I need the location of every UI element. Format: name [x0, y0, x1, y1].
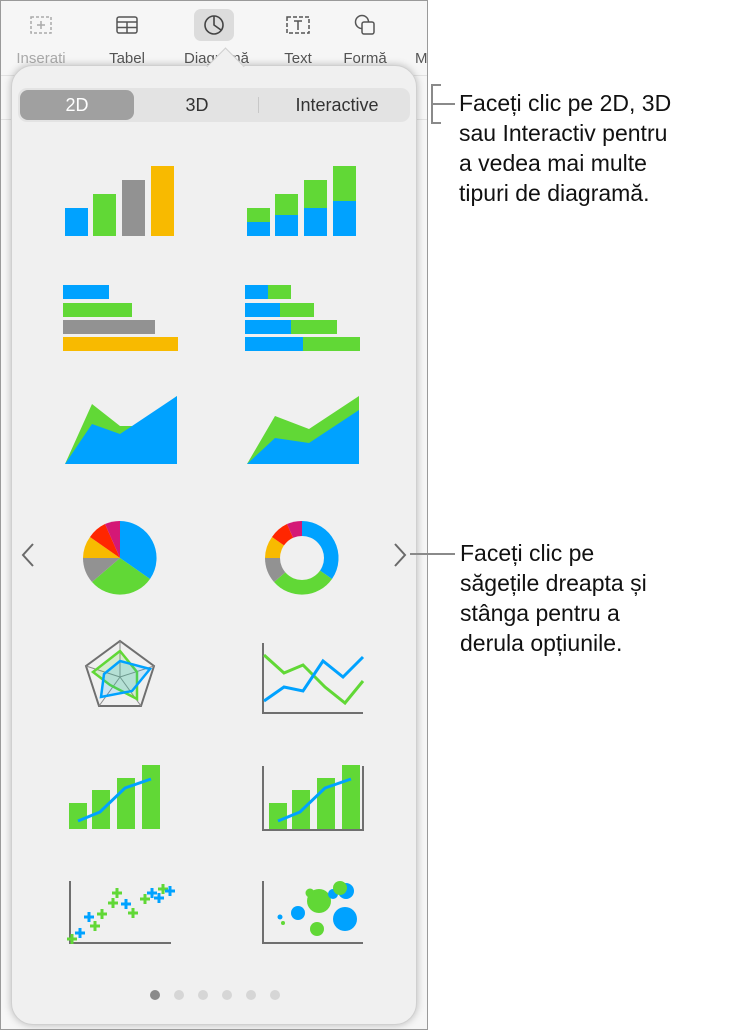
toolbar-more-button[interactable]: M [389, 9, 427, 67]
chart-type-donut[interactable] [237, 506, 367, 596]
text-box-icon [278, 9, 318, 41]
shape-icon [345, 9, 385, 41]
column-chart-icon [65, 166, 174, 236]
donut-chart-icon [265, 520, 339, 595]
callout-segment-text: Faceți clic pe 2D, 3D sau Interactiv pen… [459, 90, 672, 206]
chart-type-stacked-column[interactable] [237, 156, 367, 246]
segment-2d[interactable]: 2D [20, 90, 134, 120]
segment-divider [258, 97, 259, 113]
chart-type-stacked-area[interactable] [237, 386, 367, 476]
page-dot-3[interactable] [198, 990, 208, 1000]
toolbar-text-button[interactable]: Text [268, 9, 328, 67]
toolbar-shape-button[interactable]: Formă [335, 9, 395, 67]
page-dot-2[interactable] [174, 990, 184, 1000]
numbers-app-panel: Inserati Tabel Diagramă Text Formă [0, 0, 428, 1030]
segment-interactive[interactable]: Interactive [266, 90, 408, 120]
scroll-right-button[interactable] [390, 540, 410, 570]
page-dot-5[interactable] [246, 990, 256, 1000]
chevron-left-icon [21, 543, 34, 567]
pie-chart-icon [83, 520, 157, 595]
chart-type-line[interactable] [237, 631, 367, 721]
scatter-chart-icon [67, 881, 175, 944]
chart-type-two-axis[interactable] [237, 746, 367, 836]
toolbar-table-button[interactable]: Tabel [97, 9, 157, 67]
chart-type-stacked-bar[interactable] [237, 271, 367, 361]
callout-arrow-leader-line [410, 553, 455, 555]
stacked-column-chart-icon [247, 166, 356, 236]
segment-3d[interactable]: 3D [140, 90, 254, 120]
chart-type-bar[interactable] [55, 271, 185, 361]
page-dot-1[interactable] [150, 990, 160, 1000]
toolbar-insert-button[interactable]: Inserati [11, 9, 71, 67]
chart-popover: 2D 3D Interactive [11, 47, 417, 1025]
callout-leader-line [433, 103, 455, 105]
chart-type-column[interactable] [55, 156, 185, 246]
two-axis-chart-icon [262, 765, 364, 831]
scroll-left-button[interactable] [18, 540, 38, 570]
line-chart-icon [262, 643, 365, 714]
dimension-segmented-control: 2D 3D Interactive [18, 88, 410, 122]
bubble-chart-icon [262, 881, 363, 944]
chart-type-bubble[interactable] [237, 861, 367, 951]
chevron-right-icon [394, 543, 407, 567]
table-icon [107, 9, 147, 41]
insert-icon [21, 9, 61, 41]
chart-type-mixed[interactable] [55, 746, 185, 836]
area-chart-icon [65, 396, 177, 464]
chart-type-scatter[interactable] [55, 861, 185, 951]
callout-bracket-bottom [431, 122, 441, 124]
stacked-bar-chart-icon [245, 285, 360, 351]
page-dot-6[interactable] [270, 990, 280, 1000]
page-indicator [150, 990, 280, 1000]
bar-chart-icon [63, 285, 178, 351]
callout-bracket-top [431, 84, 441, 86]
callout-arrows-text: Faceți clic pe săgețile dreapta și stâng… [460, 540, 647, 656]
page-dot-4[interactable] [222, 990, 232, 1000]
chart-icon [194, 9, 234, 41]
radar-chart-icon [84, 639, 156, 707]
chart-type-pie[interactable] [55, 506, 185, 596]
chart-type-radar[interactable] [55, 631, 185, 721]
stacked-area-chart-icon [247, 396, 359, 464]
chart-type-area[interactable] [55, 386, 185, 476]
mixed-chart-icon [69, 765, 160, 829]
